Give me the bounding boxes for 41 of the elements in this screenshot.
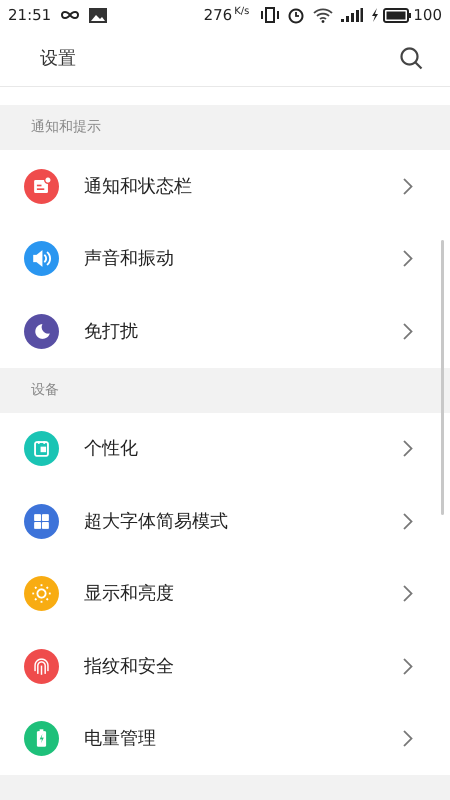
item-label: 显示和亮度 [84,582,175,606]
chevron-right-icon [403,440,413,458]
alarm-icon [287,6,306,24]
section-title: 设备 [31,380,59,400]
battery-level: 100 [413,4,442,26]
image-icon [89,8,108,22]
item-label: 指纹和安全 [84,654,175,679]
network-speed: 276 [204,4,232,26]
wifi-icon [313,7,334,23]
chevron-right-icon [403,512,413,530]
infinity-icon [59,9,82,21]
chevron-right-icon [403,658,413,675]
speed-unit: K/s [234,4,250,18]
search-icon [399,46,423,70]
settings-item[interactable]: 免打扰 [0,295,450,368]
chevron-right-icon [403,730,413,748]
settings-item[interactable]: 个性化 [0,412,450,485]
settings-item[interactable]: 指纹和安全 [0,630,450,702]
settings-item[interactable]: 声音和振动 [0,222,450,295]
charging-icon [371,8,380,22]
item-label: 超大字体简易模式 [84,510,229,534]
chevron-right-icon [403,178,413,195]
section-title: 通知和提示 [31,118,101,137]
settings-item[interactable]: 超大字体简易模式 [0,485,450,558]
signal-icon [341,8,364,22]
item-label: 通知和状态栏 [84,174,193,199]
chevron-right-icon [403,585,413,602]
vibrate-icon [261,7,280,23]
item-label: 电量管理 [84,727,157,752]
settings-item[interactable]: 通知和状态栏 [0,150,450,222]
search-button[interactable] [399,46,423,70]
item-label: 免打扰 [84,320,139,344]
item-label: 声音和振动 [84,247,175,272]
settings-item[interactable]: 电量管理 [0,702,450,775]
chevron-right-icon [403,250,413,268]
page-title: 设置 [40,46,76,70]
chevron-right-icon [403,322,413,340]
item-label: 个性化 [84,437,139,462]
settings-item[interactable]: 显示和亮度 [0,558,450,630]
clock: 21:51 [8,4,52,26]
battery-icon [383,8,412,22]
